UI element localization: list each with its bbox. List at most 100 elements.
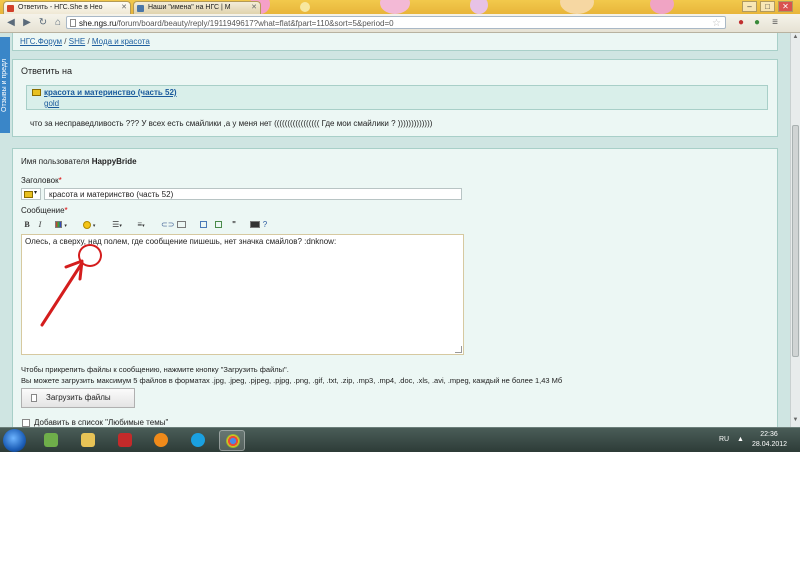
quoted-author-link[interactable]: gold — [44, 99, 59, 108]
tab-label: Ответить - НГС.She в Нео — [18, 4, 103, 11]
resize-handle[interactable] — [455, 346, 462, 353]
ngs-favicon — [7, 5, 14, 12]
required-mark: * — [58, 176, 62, 185]
title-input[interactable] — [44, 188, 462, 200]
editor-toolbar: B I ▾ ▾ ☰▾ ≡▾ ⊂⊃ " ? — [21, 219, 281, 231]
quote-button[interactable]: " — [229, 219, 239, 230]
video-button[interactable] — [249, 219, 261, 230]
message-text: Олесь, а сверху, над полем, где сообщени… — [25, 237, 337, 246]
bookmark-star-icon[interactable]: ☆ — [712, 17, 721, 30]
quoted-topic-link[interactable]: красота и материнство (часть 52) — [44, 88, 177, 97]
address-bar[interactable]: she.ngs.ru/forum/board/beauty/reply/1911… — [66, 16, 726, 29]
forward-icon[interactable]: ▶ — [20, 16, 34, 29]
taskbar-app[interactable] — [148, 430, 174, 451]
vk-favicon — [137, 5, 144, 12]
topic-icon-select[interactable]: ▾ — [21, 188, 41, 200]
italic-button[interactable]: I — [36, 219, 44, 230]
message-label-row: Сообщение* — [21, 206, 68, 215]
decor-flower — [560, 0, 594, 14]
browser-toolbar: ◀ ▶ ↻ ⌂ she.ngs.ru/forum/board/beauty/re… — [0, 14, 800, 33]
book-icon — [32, 89, 41, 96]
reload-icon[interactable]: ↻ — [36, 16, 50, 29]
dropdown-arrow-icon: ▾ — [34, 190, 38, 196]
taskbar-app[interactable] — [38, 430, 64, 451]
color-icon — [55, 221, 63, 229]
attach-formats-info: Вы можете загрузить максимум 5 файлов в … — [21, 376, 563, 385]
taskbar-app[interactable] — [185, 430, 211, 451]
code-button[interactable] — [198, 219, 208, 230]
email-button[interactable] — [176, 219, 186, 230]
list-button[interactable]: ☰▾ — [109, 219, 125, 230]
upload-files-button[interactable]: Загрузить файлы — [21, 388, 135, 408]
username-value: HappyBride — [91, 157, 137, 166]
url-host: she.ngs.ru — [79, 19, 117, 28]
windows-taskbar: RU ▲ 22:36 28.04.2012 — [0, 427, 800, 452]
browser-tab-strip: Ответить - НГС.She в Нео ✕ Наши "имена" … — [0, 0, 800, 14]
scroll-thumb[interactable] — [792, 125, 799, 357]
screen: Ответить - НГС.She в Нео ✕ Наши "имена" … — [0, 0, 800, 452]
extension-icon[interactable]: ● — [750, 16, 764, 29]
dropdown-arrow-icon: ▾ — [142, 223, 145, 229]
close-window-button[interactable]: ✕ — [778, 1, 793, 12]
image-icon — [214, 221, 222, 229]
favorites-label: Добавить в список "Любимые темы" — [34, 418, 169, 427]
annotation-arrow — [40, 259, 84, 327]
help-button[interactable]: ? — [261, 219, 269, 230]
smiley-button[interactable]: ▾ — [81, 219, 97, 230]
message-label: Сообщение — [21, 206, 65, 215]
decor-flower — [470, 0, 488, 14]
extension-icon[interactable]: ● — [734, 16, 748, 29]
chrome-icon — [226, 434, 240, 448]
dropdown-arrow-icon: ▾ — [92, 223, 96, 229]
skype-icon — [191, 433, 205, 447]
scroll-down-icon[interactable]: ▼ — [791, 417, 800, 426]
back-icon[interactable]: ◀ — [4, 16, 18, 29]
clock-date: 28.04.2012 — [752, 441, 788, 448]
page-scrollbar[interactable]: ▲ ▼ — [790, 33, 800, 427]
file-icon — [31, 394, 37, 402]
page-icon — [70, 19, 76, 27]
link-button[interactable]: ⊂⊃ — [161, 219, 175, 230]
taskbar-app-active[interactable] — [219, 430, 245, 451]
username-label: Имя пользователя — [21, 157, 90, 166]
image-button[interactable] — [213, 219, 223, 230]
close-icon[interactable]: ✕ — [121, 2, 127, 14]
wrench-menu-icon[interactable]: ≡ — [768, 16, 782, 29]
book-icon — [24, 191, 33, 198]
minimize-button[interactable]: – — [742, 1, 757, 12]
home-icon[interactable]: ⌂ — [51, 16, 65, 29]
taskbar-app[interactable] — [75, 430, 101, 451]
color-button[interactable]: ▾ — [53, 219, 69, 230]
url-path: /forum/board/beauty/reply/1911949617?wha… — [116, 19, 394, 28]
folder-icon — [81, 433, 95, 447]
breadcrumb-separator: / — [64, 37, 67, 46]
pdf-icon — [118, 433, 132, 447]
breadcrumb: НГС.Форум / SHE / Мода и красота — [20, 37, 150, 46]
bold-button[interactable]: B — [23, 219, 31, 230]
breadcrumb-forum[interactable]: НГС.Форум — [20, 37, 62, 46]
title-label-row: Заголовок* — [21, 176, 62, 185]
breadcrumb-fashion[interactable]: Мода и красота — [92, 37, 150, 46]
browser-tab[interactable]: Наши "имена" на НГС | М ✕ — [133, 1, 261, 14]
link-icon: ⊂⊃ — [161, 220, 175, 229]
taskbar-app[interactable] — [112, 430, 138, 451]
upload-button-label: Загрузить файлы — [46, 393, 111, 402]
breadcrumb-she[interactable]: SHE — [69, 37, 85, 46]
favorites-checkbox[interactable] — [22, 419, 30, 427]
network-icon[interactable]: ▲ — [737, 436, 744, 443]
browser-tab-active[interactable]: Ответить - НГС.She в Нео ✕ — [3, 1, 131, 14]
dropdown-arrow-icon: ▾ — [119, 223, 122, 229]
feedback-side-tab[interactable]: Отзывы и предл — [0, 37, 10, 133]
clock-time: 22:36 — [760, 431, 778, 438]
language-indicator[interactable]: RU — [719, 436, 729, 443]
close-icon[interactable]: ✕ — [251, 2, 257, 14]
tab-label: Наши "имена" на НГС | М — [148, 4, 231, 11]
align-button[interactable]: ≡▾ — [133, 219, 149, 230]
page-content: Отзывы и предл НГС.Форум / SHE / Мода и … — [0, 33, 800, 427]
start-button[interactable] — [3, 429, 26, 452]
scroll-up-icon[interactable]: ▲ — [791, 34, 800, 43]
clock[interactable]: 22:36 28.04.2012 — [752, 430, 788, 450]
maximize-button[interactable]: □ — [760, 1, 775, 12]
orange-icon — [154, 433, 168, 447]
attach-info: Чтобы прикрепить файлы к сообщению, нажм… — [21, 365, 289, 374]
